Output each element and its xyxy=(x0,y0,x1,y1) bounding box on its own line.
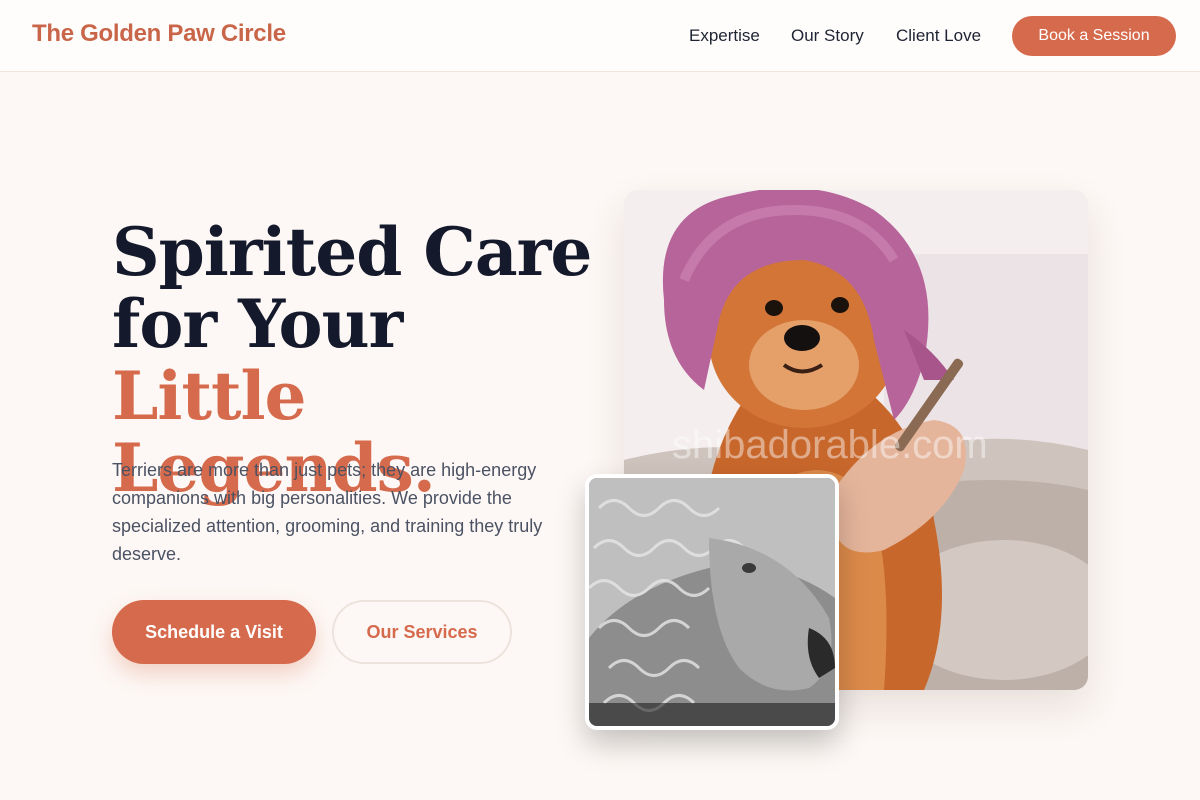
book-session-button[interactable]: Book a Session xyxy=(1012,16,1176,56)
hero-title-line2: for Your xyxy=(112,285,403,363)
our-services-button[interactable]: Our Services xyxy=(332,600,512,664)
hero-description: Terriers are more than just pets; they a… xyxy=(112,460,543,564)
sheep-illustration xyxy=(589,478,835,726)
watermark-text: shibadorable.com xyxy=(672,423,988,467)
sheep-bw-photo xyxy=(585,474,839,730)
hero-title-accent-word: Little xyxy=(112,357,307,435)
schedule-visit-button[interactable]: Schedule a Visit xyxy=(112,600,316,664)
brand-logo[interactable]: The Golden Paw Circle xyxy=(32,20,286,48)
site-header: The Golden Paw Circle Expertise Our Stor… xyxy=(0,0,1200,72)
nav-link-our-story[interactable]: Our Story xyxy=(791,26,864,46)
nav-link-client-love[interactable]: Client Love xyxy=(896,26,981,46)
hero-title-line1: Spirited Care xyxy=(112,213,592,291)
nav-link-expertise[interactable]: Expertise xyxy=(689,26,760,46)
